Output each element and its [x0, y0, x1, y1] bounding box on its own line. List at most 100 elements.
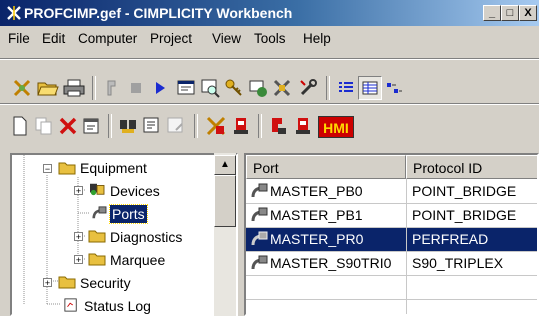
small-icons-view-icon[interactable] — [382, 76, 406, 100]
tree-item-ports[interactable]: Ports — [12, 203, 222, 225]
expand-toggle[interactable]: + — [74, 232, 83, 242]
run-icon[interactable] — [148, 76, 172, 100]
toolbar-separator — [92, 76, 96, 100]
workbench-window: PROFCIMP.gef - CIMPLICITY Workbench _ □ … — [0, 0, 539, 316]
port-icon — [251, 183, 268, 198]
wrench-icon[interactable] — [296, 76, 320, 100]
protocol-id: POINT_BRIDGE — [412, 207, 517, 223]
open-folder-icon[interactable] — [36, 76, 60, 100]
dynamic-config-icon[interactable] — [266, 114, 290, 138]
maximize-button[interactable]: □ — [501, 5, 519, 21]
column-divider — [406, 179, 407, 314]
app-icon — [7, 6, 21, 20]
expand-toggle[interactable]: + — [43, 278, 52, 288]
table-row[interactable]: MASTER_PB1 POINT_BRIDGE — [246, 204, 537, 227]
tree-label: Diagnostics — [110, 229, 183, 245]
folder-icon — [58, 276, 76, 289]
protocol-id: POINT_BRIDGE — [412, 183, 517, 199]
column-header-port[interactable]: Port — [246, 155, 406, 179]
folder-icon — [88, 253, 106, 266]
menu-tools[interactable]: Tools — [254, 31, 286, 46]
tools-icon[interactable] — [270, 76, 294, 100]
minimize-button[interactable]: _ — [483, 5, 501, 21]
secondary-toolbar: HMI — [4, 108, 484, 142]
copy-icon[interactable] — [32, 114, 56, 138]
import-icon[interactable] — [140, 114, 164, 138]
project-properties-icon[interactable] — [204, 114, 228, 138]
port-name: MASTER_PR0 — [270, 231, 364, 247]
tree-item-security[interactable]: + Security — [12, 272, 222, 294]
menu-bar: File Edit Computer Project View Tools He… — [0, 28, 539, 50]
port-name: MASTER_S90TRI0 — [270, 255, 392, 271]
scroll-thumb[interactable] — [214, 175, 236, 227]
row-divider — [246, 299, 537, 300]
delete-icon[interactable] — [56, 114, 80, 138]
new-document-icon[interactable] — [8, 114, 32, 138]
expand-toggle[interactable]: + — [74, 186, 83, 196]
tree-label-selected: Ports — [109, 204, 148, 224]
configuration-update-icon[interactable] — [230, 114, 254, 138]
port-icon — [251, 231, 268, 246]
tree-item-status-log[interactable]: Status Log — [12, 295, 222, 314]
table-row-selected[interactable]: MASTER_PR0 PERFREAD — [246, 228, 537, 251]
window-title: PROFCIMP.gef - CIMPLICITY Workbench — [24, 5, 293, 21]
export-icon[interactable] — [164, 114, 188, 138]
details-view-icon[interactable] — [358, 76, 382, 100]
devices-icon — [90, 183, 105, 196]
project-wizard-icon[interactable] — [10, 76, 34, 100]
menu-file[interactable]: File — [8, 31, 30, 46]
column-header-protocol-id[interactable]: Protocol ID — [406, 155, 537, 179]
stop-project-icon[interactable] — [292, 114, 316, 138]
port-icon — [251, 255, 268, 270]
port-icon — [92, 206, 107, 219]
tree-item-diagnostics[interactable]: + Diagnostics — [12, 226, 222, 248]
menu-view[interactable]: View — [212, 31, 241, 46]
protocol-id: PERFREAD — [412, 231, 489, 247]
table-row[interactable]: MASTER_PB0 POINT_BRIDGE — [246, 180, 537, 203]
protocol-id: S90_TRIPLEX — [412, 255, 504, 271]
tree-label: Devices — [110, 183, 160, 199]
tree-item-devices[interactable]: + Devices — [12, 180, 222, 202]
toolbar-separator — [194, 114, 198, 138]
tree-label: Equipment — [80, 160, 147, 176]
hmi-button[interactable]: HMI — [318, 116, 354, 138]
tree-label: Marquee — [110, 252, 166, 268]
port-icon — [251, 207, 268, 222]
configure-icon[interactable] — [100, 76, 124, 100]
project-tree: − Equipment + Devices Ports + Diagnostic… — [10, 153, 238, 316]
tree-scrollbar[interactable]: ▲ — [214, 153, 236, 316]
expand-toggle[interactable]: + — [74, 255, 83, 265]
tree-item-marquee[interactable]: + Marquee — [12, 249, 222, 271]
folder-icon — [88, 230, 106, 243]
menu-help[interactable]: Help — [303, 31, 331, 46]
list-view-icon[interactable] — [334, 76, 358, 100]
point-search-icon[interactable] — [198, 76, 222, 100]
tree-item-equipment[interactable]: − Equipment — [12, 157, 222, 179]
close-button[interactable]: X — [519, 5, 537, 21]
table-row[interactable]: MASTER_S90TRI0 S90_TRIPLEX — [246, 252, 537, 275]
separator-line — [0, 58, 539, 60]
toolbar-separator — [108, 114, 112, 138]
key-icon[interactable] — [222, 76, 246, 100]
scroll-up-button[interactable]: ▲ — [214, 155, 236, 175]
screen-editor-icon[interactable] — [174, 76, 198, 100]
tree-label: Security — [80, 275, 131, 291]
port-name: MASTER_PB1 — [270, 207, 363, 223]
collapse-toggle[interactable]: − — [43, 164, 52, 174]
toolbar-separator — [258, 114, 262, 138]
menu-computer[interactable]: Computer — [78, 31, 137, 46]
ports-grid: Port Protocol ID MASTER_PB0 POINT_BRIDGE… — [244, 153, 539, 316]
toolbar-separator — [326, 76, 330, 100]
print-icon[interactable] — [62, 76, 86, 100]
folder-open-icon — [58, 162, 76, 175]
main-toolbar — [4, 67, 539, 101]
stop-icon[interactable] — [124, 76, 148, 100]
row-divider — [246, 275, 537, 276]
find-icon[interactable] — [116, 114, 140, 138]
properties-icon[interactable] — [80, 114, 104, 138]
menu-edit[interactable]: Edit — [42, 31, 65, 46]
title-bar[interactable]: PROFCIMP.gef - CIMPLICITY Workbench _ □ … — [0, 0, 539, 26]
resource-icon[interactable] — [246, 76, 270, 100]
separator-line — [0, 103, 539, 105]
menu-project[interactable]: Project — [150, 31, 192, 46]
